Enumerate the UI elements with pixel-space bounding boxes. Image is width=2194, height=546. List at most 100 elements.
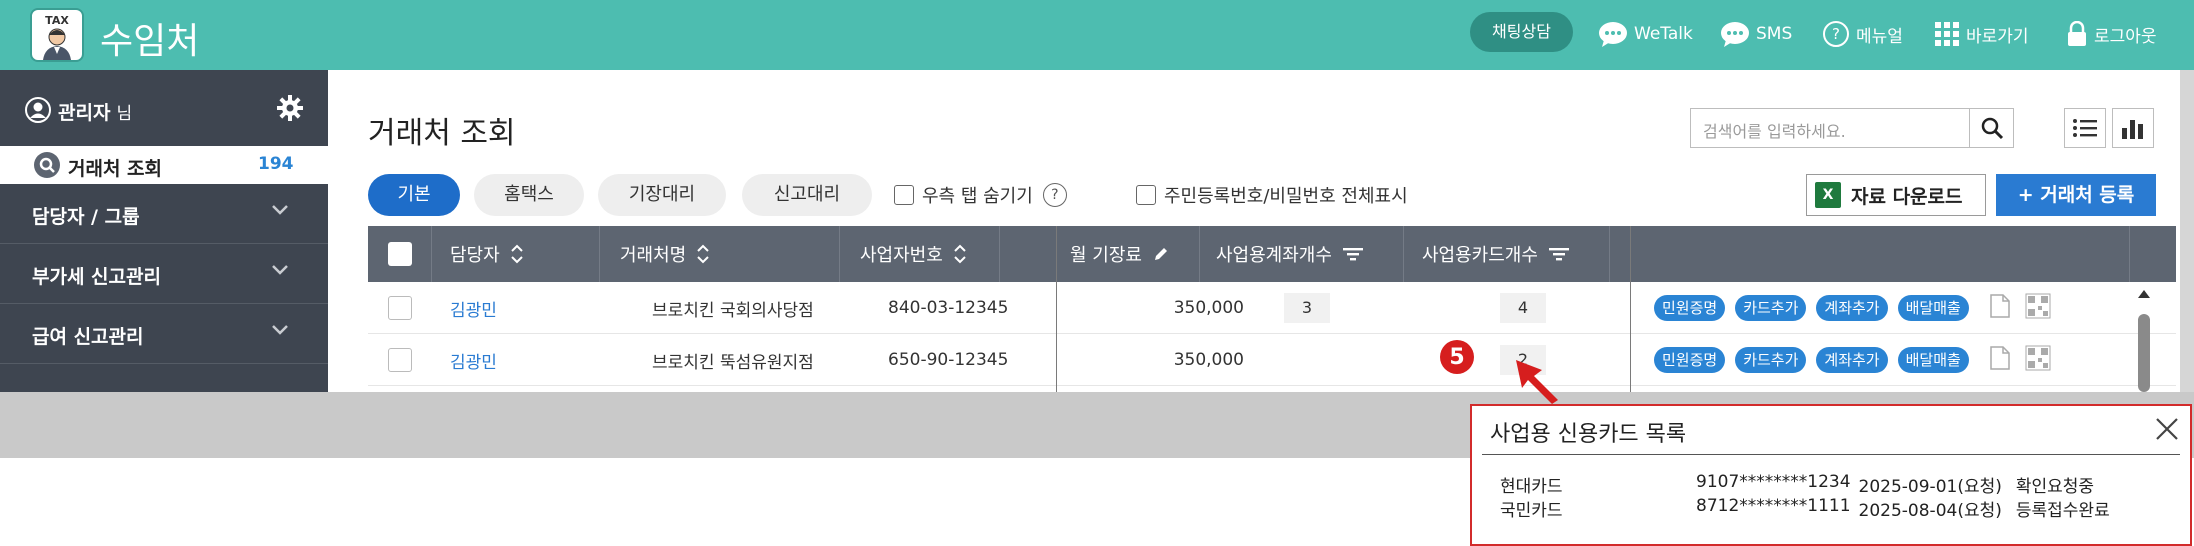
manual-link[interactable]: ? 메뉴얼 (1822, 18, 1903, 50)
filter-icon[interactable] (1342, 246, 1364, 262)
table-row[interactable]: 김광민 브로치킨 국회의사당점 840-03-12345 350,000 3 4… (368, 282, 2176, 334)
hide-right-tab-option[interactable]: 우측 탭 숨기기 ? (894, 182, 1067, 208)
row-bizno: 650-90-12345 (888, 350, 1009, 370)
card-number: 9107********1234 (1696, 472, 1851, 492)
certificate-button[interactable]: 민원증명 (1654, 347, 1726, 373)
header-manager[interactable]: 담당자 (432, 226, 600, 282)
sidebar-item-client-search[interactable]: 거래처 조회 194 (0, 146, 328, 184)
chat-consult-button[interactable]: 채팅상담 (1470, 12, 1573, 52)
row-client[interactable]: 브로치킨 국회의사당점 (652, 282, 814, 334)
chart-view-button[interactable] (2112, 108, 2154, 148)
header-client[interactable]: 거래처명 (600, 226, 840, 282)
row-bizno: 840-03-12345 (888, 298, 1009, 318)
hide-right-tab-checkbox[interactable] (894, 185, 914, 205)
card-list-popup: 사업용 신용카드 목록 현대카드 9107********1234 2025-0… (1470, 404, 2192, 546)
row-client[interactable]: 브로치킨 뚝섬유원지점 (652, 334, 814, 386)
sort-icon (953, 243, 967, 265)
row-manager[interactable]: 김광민 (450, 282, 497, 334)
step-badge: 5 (1440, 340, 1474, 374)
show-all-label: 주민등록번호/비밀번호 전체표시 (1164, 186, 1408, 207)
search-icon (1981, 117, 2003, 140)
shortcut-link[interactable]: 바로가기 (1934, 18, 2029, 50)
question-icon: ? (1822, 20, 1850, 48)
card-date: 2025-08-04(요청) (1858, 501, 2002, 521)
column-divider (1056, 226, 1057, 392)
user-suffix: 님 (116, 104, 133, 124)
search-placeholder: 검색어를 입력하세요. (1703, 122, 1846, 141)
sidebar: 관리자 님 거래처 조회 194 담당자 / 그룹 부가세 신고관리 급여 신고관… (0, 70, 328, 392)
select-all-checkbox[interactable] (388, 242, 412, 266)
row-manager[interactable]: 김광민 (450, 334, 497, 386)
header-fee-label: 월 기장료 (1070, 245, 1142, 266)
wetalk-label: WeTalk (1634, 24, 1693, 44)
delivery-sales-button[interactable]: 배달매출 (1897, 347, 1969, 373)
window-edge (2180, 70, 2194, 392)
help-icon[interactable]: ? (1042, 183, 1067, 207)
pencil-icon[interactable] (1152, 245, 1170, 263)
sidebar-item-manager-group[interactable]: 담당자 / 그룹 (0, 184, 328, 244)
chevron-down-icon (270, 262, 290, 281)
add-card-button[interactable]: 카드추가 (1735, 295, 1807, 321)
header-client-label: 거래처명 (620, 245, 687, 266)
certificate-button[interactable]: 민원증명 (1654, 295, 1726, 321)
sms-link[interactable]: SMS (1720, 18, 1792, 50)
tab-filing[interactable]: 신고대리 (742, 174, 872, 216)
filter-icon[interactable] (1548, 246, 1570, 262)
document-icon[interactable] (1989, 345, 2011, 376)
popup-title: 사업용 신용카드 목록 (1490, 422, 1687, 447)
delivery-sales-button[interactable]: 배달매출 (1897, 295, 1969, 321)
add-account-button[interactable]: 계좌추가 (1816, 347, 1888, 373)
search-button[interactable] (1969, 109, 2013, 147)
user-panel: 관리자 님 (0, 70, 328, 146)
tab-basic[interactable]: 기본 (368, 174, 460, 216)
download-label: 자료 다운로드 (1851, 185, 1963, 208)
list-view-button[interactable] (2064, 108, 2106, 148)
sidebar-item-payroll[interactable]: 급여 신고관리 (0, 304, 328, 364)
user-name: 관리자 님 (58, 98, 132, 125)
tab-hometax[interactable]: 홈택스 (474, 174, 584, 216)
row-account-count[interactable]: 3 (1284, 293, 1330, 323)
header-accounts-label: 사업용계좌개수 (1216, 245, 1332, 266)
show-all-option[interactable]: 주민등록번호/비밀번호 전체표시 (1136, 182, 1408, 208)
gear-icon[interactable] (276, 94, 304, 126)
excel-icon: X (1815, 182, 1841, 208)
app-logo[interactable]: TAX (30, 8, 84, 62)
row-checkbox[interactable] (388, 296, 412, 320)
user-icon (24, 96, 52, 128)
logout-link[interactable]: 로그아웃 (2066, 18, 2157, 50)
show-all-checkbox[interactable] (1136, 185, 1156, 205)
user-name-text: 관리자 (58, 102, 111, 124)
card-company: 현대카드 (1500, 477, 1563, 497)
logout-label: 로그아웃 (2094, 26, 2157, 47)
column-divider (1630, 226, 1631, 392)
row-card-count[interactable]: 4 (1500, 293, 1546, 323)
row-actions: 민원증명 카드추가 계좌추가 배달매출 (1654, 282, 2051, 334)
add-account-button[interactable]: 계좌추가 (1816, 295, 1888, 321)
wetalk-link[interactable]: WeTalk (1598, 18, 1693, 50)
table-scrollbar[interactable] (2134, 286, 2154, 392)
document-icon[interactable] (1989, 293, 2011, 324)
card-date: 2025-09-01(요청) (1858, 477, 2002, 497)
sidebar-item-vat[interactable]: 부가세 신고관리 (0, 244, 328, 304)
header-bizno[interactable]: 사업자번호 (840, 226, 1000, 282)
header-accounts[interactable]: 사업용계좌개수 (1200, 226, 1404, 282)
tab-bookkeeping[interactable]: 기장대리 (598, 174, 726, 216)
sms-bubble-icon (1720, 20, 1750, 48)
table-row[interactable]: 김광민 브로치킨 뚝섬유원지점 650-90-12345 350,000 2 민… (368, 334, 2176, 386)
row-checkbox[interactable] (388, 348, 412, 372)
list-icon (2073, 119, 2097, 137)
search-input[interactable]: 검색어를 입력하세요. (1690, 108, 2014, 148)
header-fee[interactable]: 월 기장료 (1056, 226, 1200, 282)
add-card-button[interactable]: 카드추가 (1735, 347, 1807, 373)
top-bar: TAX 수임처 채팅상담 WeTalk SMS ? 메뉴얼 바로가기 로그아웃 (0, 0, 2194, 70)
row-actions: 민원증명 카드추가 계좌추가 배달매출 (1654, 334, 2051, 386)
header-cards[interactable]: 사업용카드개수 (1404, 226, 1610, 282)
sort-icon (510, 243, 524, 265)
close-icon[interactable] (2154, 416, 2180, 446)
register-client-button[interactable]: + 거래처 등록 (1996, 174, 2156, 216)
qr-icon[interactable] (2025, 345, 2051, 376)
select-all-cell (368, 226, 432, 282)
sort-icon (696, 243, 710, 265)
download-button[interactable]: X 자료 다운로드 (1806, 174, 1986, 216)
qr-icon[interactable] (2025, 293, 2051, 324)
